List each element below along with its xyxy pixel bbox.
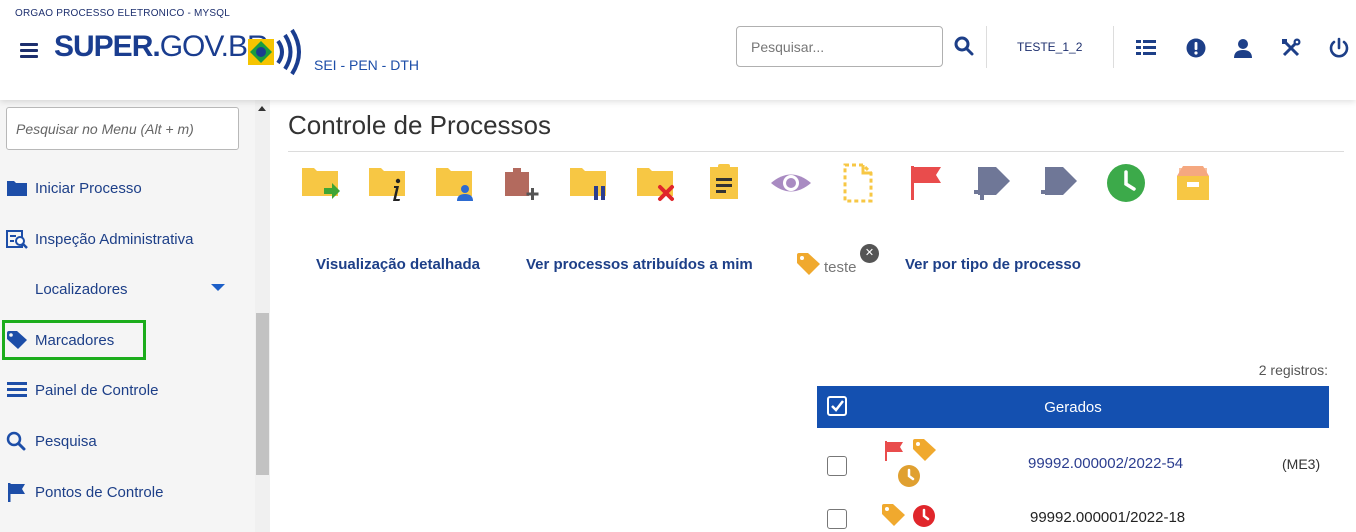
new-block-icon[interactable] [501, 162, 545, 204]
flag-icon [8, 483, 25, 502]
table-header-label: Gerados [1044, 399, 1102, 416]
tools-icon[interactable] [1280, 37, 1302, 59]
eye-icon[interactable] [769, 162, 813, 204]
sidebar-item-label: Pesquisa [35, 432, 97, 450]
note-icon[interactable] [702, 162, 746, 204]
process-info-icon[interactable] [367, 162, 411, 204]
record-count: 2 registros: [1258, 362, 1328, 378]
tag-icon [913, 439, 936, 461]
header-divider [986, 26, 987, 68]
search-icon[interactable] [954, 36, 974, 56]
tag-icon [7, 331, 27, 349]
search-icon [6, 431, 26, 451]
unit-selector[interactable]: TESTE_1_2 [1017, 40, 1082, 54]
inspection-icon [6, 230, 28, 249]
alert-icon[interactable] [1185, 37, 1207, 59]
clock-icon[interactable] [1104, 162, 1148, 204]
logo[interactable]: SUPER.GOV.BR [54, 30, 269, 64]
org-name: ORGAO PROCESSO ELETRONICO - MYSQL [15, 8, 230, 19]
flag-icon[interactable] [903, 162, 947, 204]
title-divider [288, 151, 1344, 152]
list-icon[interactable] [1135, 37, 1157, 59]
flag-icon [885, 441, 903, 461]
scroll-up-icon[interactable] [258, 106, 266, 111]
sidebar-item-inspecao[interactable]: Inspeção Administrativa [0, 219, 250, 259]
page-title: Controle de Processos [288, 110, 552, 140]
sidebar-item-label: Marcadores [35, 331, 115, 349]
sidebar: Iniciar Processo Inspeção Administrativa… [0, 100, 270, 532]
sidebar-item-label: Painel de Controle [35, 381, 159, 399]
sidebar-item-pontos-controle[interactable]: Pontos de Controle [0, 472, 250, 512]
sidebar-item-label: Localizadores [35, 280, 128, 298]
list-icon [7, 382, 27, 397]
sidebar-item-marcadores[interactable]: Marcadores [0, 320, 250, 360]
sidebar-item-label: Inspeção Administrativa [35, 230, 194, 248]
sidebar-item-painel-controle[interactable]: Painel de Controle [0, 370, 250, 410]
logo-bold: SUPER. [54, 30, 161, 63]
menu-search-input[interactable] [6, 107, 239, 150]
user-icon[interactable] [1232, 37, 1254, 59]
clock-icon [913, 505, 935, 527]
process-number-link[interactable]: 99992.000001/2022-18 [1030, 509, 1185, 526]
archive-box-icon[interactable] [1171, 162, 1215, 204]
clock-icon [898, 465, 920, 487]
tag-filter-label[interactable]: teste [824, 259, 857, 276]
pause-process-icon[interactable] [568, 162, 612, 204]
sidebar-item-label: Iniciar Processo [35, 179, 142, 197]
process-unit: (ME3) [1282, 456, 1321, 472]
scrollbar-thumb[interactable] [256, 313, 269, 475]
document-outline-icon[interactable] [836, 162, 880, 204]
process-number-link[interactable]: 99992.000002/2022-54 [1028, 455, 1183, 472]
table-header: Gerados [817, 386, 1329, 428]
chevron-down-icon[interactable] [211, 284, 225, 291]
close-process-icon[interactable] [635, 162, 679, 204]
row-checkbox[interactable] [827, 509, 847, 529]
search-input[interactable] [736, 26, 943, 67]
remove-tag-icon[interactable] [1037, 162, 1081, 204]
sidebar-item-pesquisa[interactable]: Pesquisa [0, 421, 250, 461]
row-checkbox[interactable] [827, 456, 847, 476]
assigned-processes-link[interactable]: Ver processos atribuídos a mim [526, 256, 753, 273]
detailed-view-link[interactable]: Visualização detalhada [316, 256, 480, 273]
header-divider [1113, 26, 1114, 68]
sidebar-item-iniciar-processo[interactable]: Iniciar Processo [0, 168, 250, 208]
tag-icon [882, 504, 905, 526]
assign-process-icon[interactable] [434, 162, 478, 204]
logo-mark-icon [248, 28, 301, 76]
folder-icon [7, 181, 27, 196]
top-header: ORGAO PROCESSO ELETRONICO - MYSQL SUPER.… [0, 0, 1356, 100]
new-process-icon[interactable] [300, 162, 344, 204]
menu-icon[interactable] [20, 40, 38, 60]
by-type-link[interactable]: Ver por tipo de processo [905, 256, 1081, 273]
subtitle: SEI - PEN - DTH [314, 57, 420, 73]
tag-icon [797, 253, 820, 275]
power-icon[interactable] [1328, 37, 1350, 59]
add-tag-icon[interactable] [970, 162, 1014, 204]
close-icon[interactable]: ✕ [860, 244, 879, 263]
sidebar-item-label: Pontos de Controle [35, 483, 164, 501]
